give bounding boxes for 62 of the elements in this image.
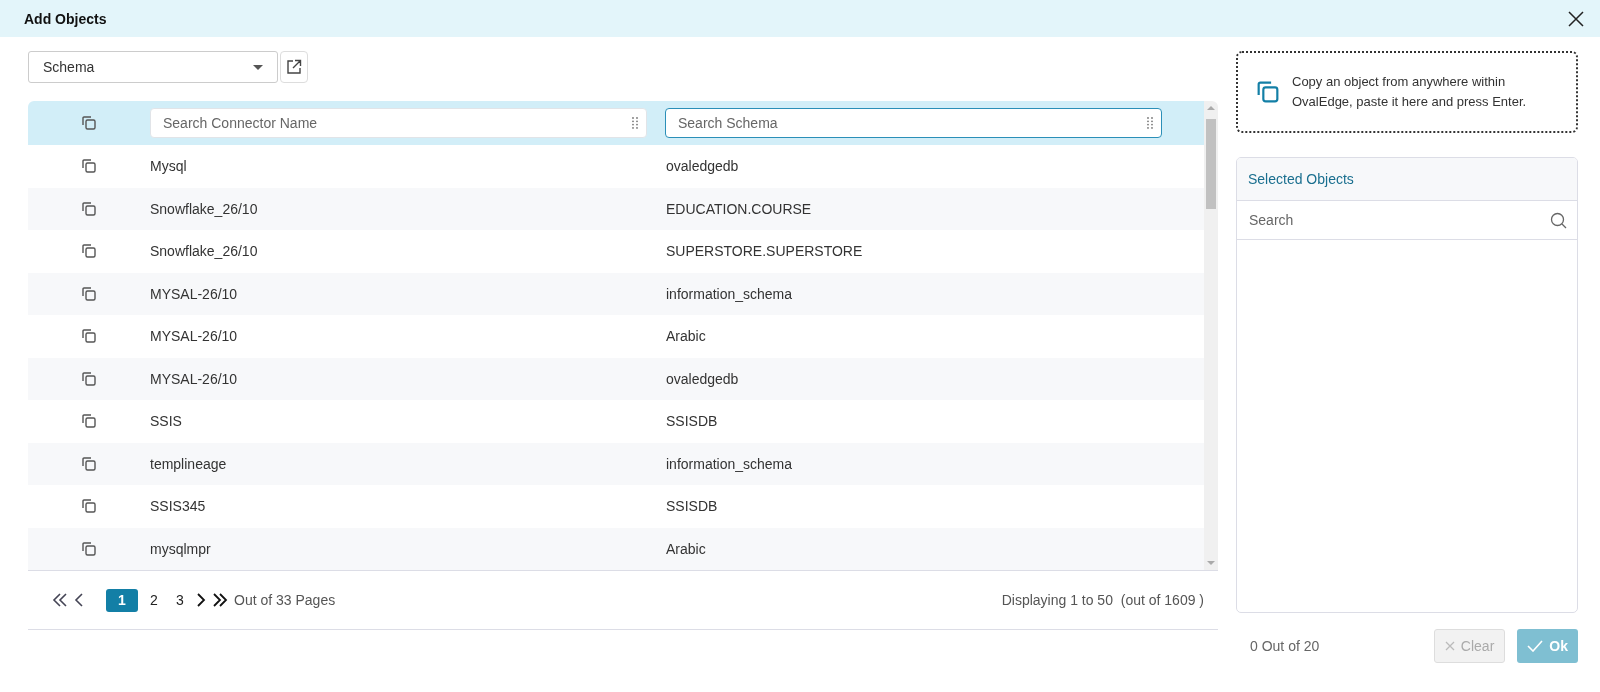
caret-icon [253,64,263,70]
first-page-button[interactable] [52,593,68,607]
close-icon [1444,641,1455,651]
table-cell-text: EDUCATION.COURSE [666,200,813,217]
table-cell-text: SSIS345 [150,498,207,515]
record-count-text: Displaying 1 to 50 (out of 1609 ) [1001,592,1204,608]
scrollbar[interactable] [1204,101,1218,570]
close-button[interactable] [1568,10,1584,27]
table-cell-text: SUPERSTORE.SUPERSTORE [666,243,864,260]
table-cell-text: mysqlmpr [150,540,212,557]
table-cell-text: MYSAL-26/10 [150,328,239,345]
external-link-icon [286,59,302,75]
scrollbar-thumb[interactable] [1206,119,1216,209]
previous-page-button[interactable] [74,593,84,607]
copy-icon[interactable] [80,199,98,218]
copy-icon[interactable] [80,242,98,261]
page-button[interactable]: 3 [170,588,190,612]
table-cell-text: information_schema [666,455,794,472]
copy-icon[interactable] [80,497,98,516]
table-cell-text: SSISDB [666,413,719,430]
filter-input[interactable]: Search Schema [676,114,1147,132]
table-cell-text: Arabic [666,328,707,345]
open-external-button[interactable] [280,51,308,83]
table-cell-text: templineage [150,455,228,472]
copy-icon[interactable] [80,157,98,176]
drag-handle-icon[interactable] [632,117,638,129]
page-button[interactable]: 2 [144,588,164,612]
paste-instructions: Copy an object from anywhere within OvalEdge, paste it here and press Enter. [1292,73,1528,111]
dialog-title: Add Objects [24,10,107,27]
table-cell-text: ovaledgedb [666,158,740,175]
page-button[interactable]: 1 [106,588,138,612]
table-cell-text: SSIS [150,413,183,430]
table-cell-text: ovaledgedb [666,370,740,387]
search-input[interactable]: Search [1247,211,1550,229]
copy-icon[interactable] [80,454,98,473]
table-cell-text: MYSAL-26/10 [150,370,239,387]
table-cell-text: MYSAL-26/10 [150,285,239,302]
table-cell-text: Snowflake_26/10 [150,200,259,217]
page-count-text: Out of 33 Pages [234,592,336,608]
selection-count: 0 Out of 20 [1250,638,1321,654]
copy-icon[interactable] [80,327,98,346]
copy-icon[interactable] [80,539,98,558]
column-filter-field[interactable]: Search Schema [665,108,1162,138]
object-type-dropdown[interactable]: Schema [28,51,278,83]
table-cell-text: Arabic [666,540,707,557]
search-field[interactable]: Search [1237,201,1577,240]
copy-icon[interactable] [80,412,98,431]
copy-icon[interactable] [80,284,98,303]
filter-input[interactable]: Search Connector Name [161,114,632,132]
table-cell-text: SSISDB [666,498,719,515]
copy-icon[interactable] [80,114,98,132]
last-page-button[interactable] [212,593,228,607]
search-icon [1550,211,1567,229]
check-icon [1527,640,1544,652]
table-cell-text: information_schema [666,285,794,302]
paste-drop-area[interactable]: Copy an object from anywhere within OvalEdge, paste it here and press Enter. [1236,51,1578,133]
drag-handle-icon[interactable] [1147,117,1153,129]
next-page-button[interactable] [196,593,206,607]
table-cell-text: Snowflake_26/10 [150,243,259,260]
panel-title: Selected Objects [1237,158,1577,201]
copy-icon[interactable] [80,369,98,388]
table-cell-text: Mysql [150,158,188,175]
